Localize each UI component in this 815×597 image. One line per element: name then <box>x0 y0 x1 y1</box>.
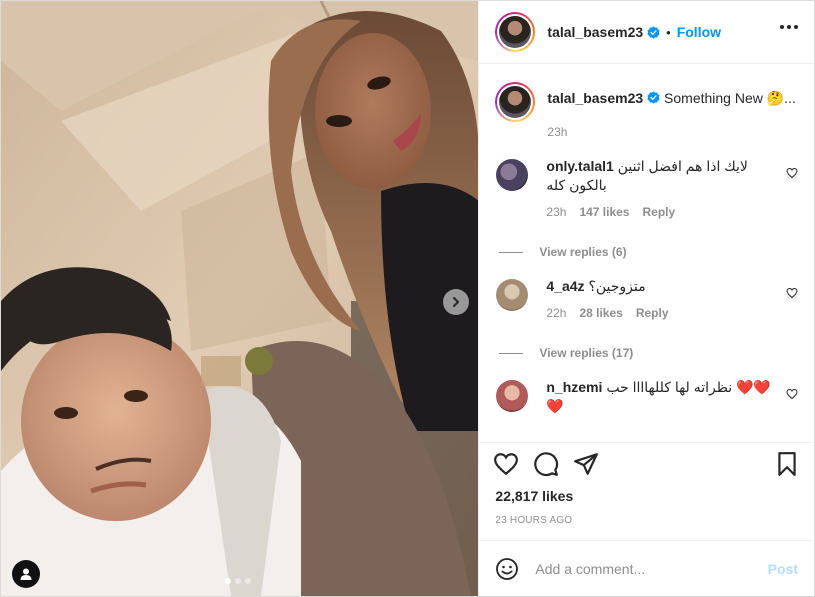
comments-list[interactable]: talal_basem23 Something New 🤔... 23h onl… <box>479 64 814 442</box>
commenter-avatar[interactable] <box>496 380 529 412</box>
share-icon[interactable] <box>573 451 599 477</box>
follow-button[interactable]: Follow <box>677 24 721 40</box>
view-replies-button[interactable]: View replies (17) <box>499 346 798 360</box>
save-icon[interactable] <box>774 451 800 477</box>
caption-time: 23h <box>547 125 568 139</box>
commenter-username[interactable]: only.talal1 <box>546 158 613 174</box>
reply-button[interactable]: Reply <box>636 306 669 320</box>
post-actions <box>479 442 814 484</box>
carousel-indicator <box>225 578 251 584</box>
emoji-icon[interactable] <box>495 557 519 581</box>
chevron-right-icon <box>453 297 459 307</box>
post-media[interactable] <box>1 1 479 596</box>
verified-badge-icon <box>647 25 660 39</box>
comment-likes[interactable]: 147 likes <box>579 205 629 219</box>
comment-composer: Post <box>479 540 814 596</box>
comment-time: 22h <box>546 306 567 320</box>
commenter-avatar[interactable] <box>496 279 529 311</box>
comment-text: متزوجين؟ <box>588 278 646 294</box>
comment-likes[interactable]: 28 likes <box>579 306 622 320</box>
carousel-dot <box>245 578 251 584</box>
like-comment-heart-icon[interactable] <box>786 287 798 299</box>
comment-item: n_hzemi نظراته لها كللهاااا حب ❤️❤️❤️ <box>495 378 798 416</box>
header-separator: • <box>666 24 671 40</box>
carousel-dot <box>235 578 241 584</box>
comment-input[interactable] <box>535 560 768 577</box>
caption-username[interactable]: talal_basem23 <box>547 90 643 106</box>
like-comment-heart-icon[interactable] <box>786 167 798 179</box>
commenter-username[interactable]: 4_a4z <box>546 278 584 294</box>
post-photo <box>1 1 479 596</box>
commenter-username[interactable]: n_hzemi <box>546 379 602 395</box>
comment-time: 23h <box>546 205 567 219</box>
comment-item: only.talal1 لايك اذا هم افضل اثنين بالكو… <box>495 157 798 219</box>
author-avatar[interactable] <box>495 12 536 52</box>
comment-item: 4_a4z متزوجين؟ 22h 28 likes Reply <box>495 277 798 320</box>
commenter-avatar[interactable] <box>496 159 529 191</box>
post-header: talal_basem23 • Follow <box>479 1 814 64</box>
heart-icon[interactable] <box>493 451 519 477</box>
post-timestamp[interactable]: 23 HOURS AGO <box>479 515 814 526</box>
comment-icon[interactable] <box>533 451 559 477</box>
tagged-users-button[interactable] <box>12 560 40 588</box>
user-tag-icon <box>20 568 32 580</box>
view-replies-button[interactable]: View replies (6) <box>499 245 798 259</box>
carousel-dot-active <box>225 578 231 584</box>
more-options-icon[interactable] <box>780 25 798 29</box>
post-comment-button[interactable]: Post <box>768 561 798 577</box>
reply-button[interactable]: Reply <box>642 205 675 219</box>
author-username[interactable]: talal_basem23 <box>547 24 643 40</box>
caption-text: Something New 🤔... <box>664 90 796 106</box>
likes-count[interactable]: 22,817 likes <box>479 488 814 504</box>
post-side-panel: talal_basem23 • Follow talal_basem23 Som… <box>478 1 814 596</box>
next-image-button[interactable] <box>443 289 469 315</box>
post-caption: talal_basem23 Something New 🤔... 23h <box>495 64 798 139</box>
post-dialog: talal_basem23 • Follow talal_basem23 Som… <box>0 0 815 597</box>
like-comment-heart-icon[interactable] <box>786 388 798 400</box>
caption-avatar[interactable] <box>495 82 536 122</box>
verified-badge-icon <box>647 91 660 104</box>
